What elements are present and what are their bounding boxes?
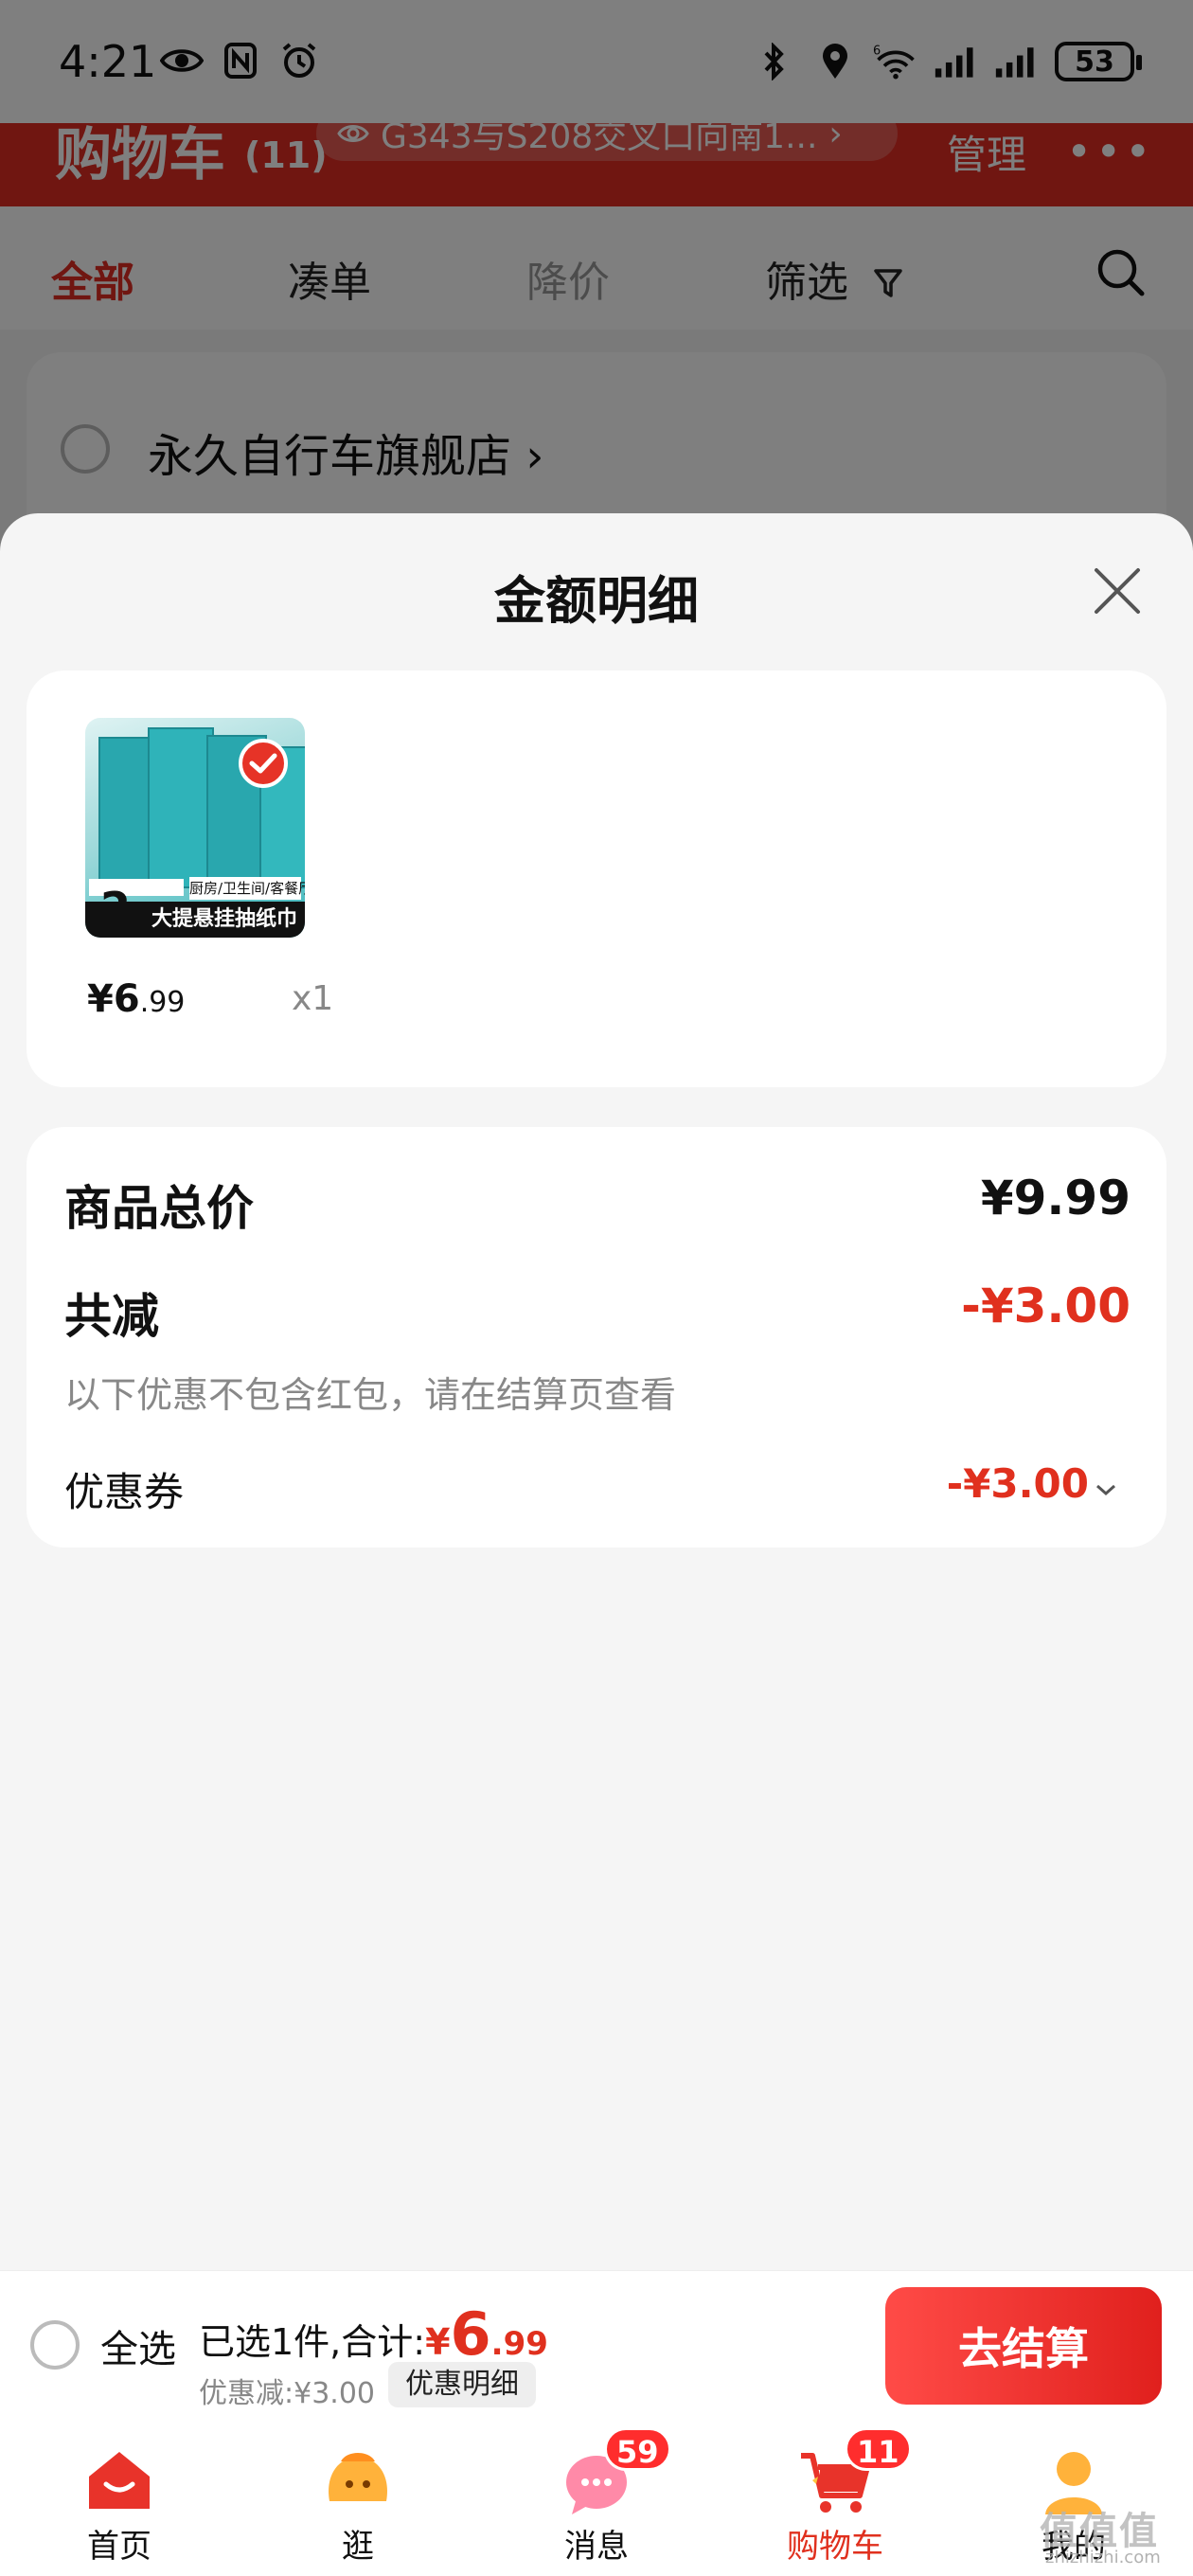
select-all-label[interactable]: 全选 — [100, 2318, 176, 2373]
coupon-amount: -¥3.00 — [946, 1460, 1089, 1507]
checkout-button[interactable]: 去结算 — [885, 2287, 1162, 2405]
nav-label-cart: 购物车 — [787, 2528, 883, 2566]
nav-label-messages: 消息 — [564, 2528, 629, 2566]
discount-text: 优惠减:¥3.00 — [199, 2377, 375, 2410]
messages-badge: 59 — [604, 2427, 671, 2471]
product-price: ¥6.99 — [87, 977, 185, 1021]
checkout-bar: 全选 已选1件,合计:¥6.99 优惠减:¥3.00 优惠明细 去结算 — [0, 2270, 1193, 2422]
product-quantity: x1 — [292, 979, 334, 1018]
cart-badge: 11 — [845, 2427, 912, 2471]
sheet-title: 金额明细 — [494, 571, 699, 631]
reduce-value: -¥3.00 — [961, 1279, 1131, 1333]
nav-item-home[interactable]: 首页 — [0, 2422, 239, 2576]
discount-detail-button[interactable]: 优惠明细 — [388, 2362, 536, 2407]
total-label: 商品总价 — [64, 1181, 254, 1236]
nav-label-browse: 逛 — [342, 2528, 374, 2566]
reduce-note: 以下优惠不包含红包，请在结算页查看 — [64, 1374, 677, 1416]
price-integer: 6 — [113, 977, 140, 1021]
product-image: 2 厨房/卫生间/客餐厅 大提悬挂抽纸巾 — [85, 718, 305, 938]
total-decimal: .99 — [490, 2325, 548, 2363]
nav-label-home: 首页 — [87, 2528, 151, 2566]
nav-item-messages[interactable]: 59 消息 — [477, 2422, 716, 2576]
bottom-nav: 首页 逛 59 消息 11 购物车 我的 — [0, 2422, 1193, 2576]
price-decimal: .99 — [139, 986, 186, 1019]
home-icon — [81, 2442, 157, 2518]
selected-check-icon — [239, 739, 288, 788]
total-currency: ¥ — [425, 2321, 451, 2363]
total-value: ¥9.99 — [980, 1171, 1131, 1225]
thumb-tag: 厨房/卫生间/客餐厅 — [189, 877, 305, 900]
price-detail-sheet: 金额明细 2 厨房/卫生间/客餐厅 大提悬挂抽纸巾 ¥6.99 x1 商品总价 … — [0, 513, 1193, 2270]
nav-item-browse[interactable]: 逛 — [239, 2422, 477, 2576]
chevron-down-icon — [1095, 1460, 1117, 1507]
coupon-label: 优惠券 — [64, 1469, 185, 1515]
currency-symbol: ¥ — [87, 977, 114, 1021]
summary-total: ¥6.99 — [425, 2299, 548, 2369]
price-summary-card: 商品总价 ¥9.99 共减 -¥3.00 以下优惠不包含红包，请在结算页查看 优… — [27, 1127, 1166, 1547]
thumb-caption: 大提悬挂抽纸巾 — [85, 902, 305, 938]
reduce-label: 共减 — [64, 1289, 159, 1344]
total-integer: 6 — [450, 2299, 491, 2369]
product-card: 2 厨房/卫生间/客餐厅 大提悬挂抽纸巾 ¥6.99 x1 — [27, 671, 1166, 1087]
nav-item-cart[interactable]: 11 购物车 — [716, 2422, 954, 2576]
watermark-url: zhizhizhi.com — [1045, 2548, 1161, 2567]
coupon-value[interactable]: -¥3.00 — [947, 1460, 1117, 1507]
summary-prefix: 已选1件,合计: — [199, 2321, 426, 2363]
select-all-radio[interactable] — [30, 2320, 80, 2370]
selection-summary: 已选1件,合计:¥6.99 — [199, 2299, 548, 2369]
browse-icon — [320, 2442, 396, 2518]
close-icon[interactable] — [1091, 564, 1144, 617]
